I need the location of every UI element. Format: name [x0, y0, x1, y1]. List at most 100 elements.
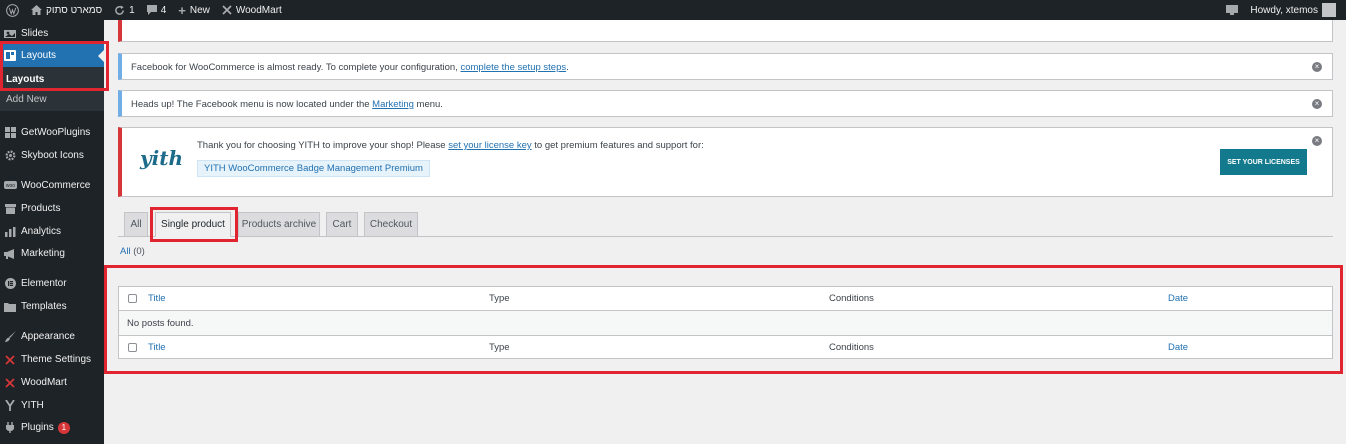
- table-header-row: Title Type Conditions Date: [119, 287, 1332, 311]
- marketing-link[interactable]: Marketing: [372, 99, 414, 110]
- menu-item-elementor[interactable]: Elementor: [0, 272, 104, 295]
- set-licenses-button[interactable]: SET YOUR LICENSES: [1220, 149, 1307, 175]
- display-icon: [1226, 5, 1239, 15]
- yith-notice-text-1: Thank you for choosing YITH to improve y…: [197, 140, 446, 151]
- notice-partial: [118, 20, 1333, 42]
- menu-item-layouts[interactable]: Layouts: [0, 44, 104, 67]
- woodmart-icon: [0, 377, 20, 388]
- megaphone-icon: [0, 248, 20, 259]
- elementor-icon: [0, 278, 20, 289]
- wordpress-logo[interactable]: [0, 0, 25, 20]
- svg-text:woo: woo: [5, 183, 14, 189]
- tab-products-archive[interactable]: Products archive: [238, 212, 320, 237]
- my-account-link[interactable]: Howdy, xtemos: [1244, 0, 1346, 20]
- plug-icon: [0, 422, 20, 433]
- column-title-footer[interactable]: Title: [148, 342, 166, 353]
- comments-link[interactable]: 4: [141, 0, 173, 20]
- menu-notice-text: Heads up! The Facebook menu is now locat…: [131, 99, 370, 110]
- chart-icon: [0, 226, 20, 237]
- tab-checkout[interactable]: Checkout: [364, 212, 418, 237]
- column-date-footer[interactable]: Date: [1168, 342, 1188, 353]
- menu-label-woodmart: WoodMart: [21, 377, 67, 388]
- notice-facebook-setup: Facebook for WooCommerce is almost ready…: [118, 53, 1333, 80]
- paintbrush-icon: [0, 331, 20, 342]
- slides-icon: [0, 29, 20, 39]
- woodmart-icon: [222, 5, 232, 15]
- submenu-add-new[interactable]: Add New: [6, 94, 47, 105]
- current-menu-arrow: [98, 50, 104, 62]
- menu-label-plugins: Plugins: [21, 422, 54, 433]
- menu-label-appearance: Appearance: [21, 331, 75, 342]
- wordpress-icon: [6, 3, 19, 17]
- new-label: New: [189, 4, 210, 16]
- complete-setup-link[interactable]: complete the setup steps: [460, 62, 566, 73]
- menu-item-analytics[interactable]: Analytics: [0, 220, 104, 243]
- menu-item-theme-settings[interactable]: Theme Settings: [0, 348, 104, 371]
- menu-item-slides[interactable]: Slides: [0, 22, 104, 45]
- howdy-greeting: Howdy, xtemos: [1250, 4, 1318, 16]
- menu-item-woodmart[interactable]: WoodMart: [0, 371, 104, 394]
- menu-label-templates: Templates: [21, 301, 67, 312]
- table-row: No posts found.: [119, 311, 1332, 335]
- admin-sidebar: Slides Layouts Layouts Add New GetWooPlu…: [0, 20, 104, 444]
- no-posts-message: No posts found.: [127, 317, 194, 329]
- menu-label-getwooplugins: GetWooPlugins: [21, 127, 91, 138]
- refresh-icon: [114, 4, 125, 16]
- notice-yith-license: yith Thank you for choosing YITH to impr…: [118, 127, 1333, 197]
- screen-icon-link[interactable]: [1220, 0, 1244, 20]
- menu-item-appearance[interactable]: Appearance: [0, 325, 104, 348]
- menu-label-marketing: Marketing: [21, 248, 65, 259]
- menu-item-yith[interactable]: YITH: [0, 394, 104, 417]
- select-all-checkbox[interactable]: [128, 294, 137, 303]
- yith-icon: [0, 400, 20, 411]
- dismiss-icon[interactable]: ×: [1312, 62, 1322, 72]
- menu-label-layouts: Layouts: [21, 50, 57, 61]
- dismiss-icon[interactable]: ×: [1312, 136, 1322, 146]
- column-date[interactable]: Date: [1168, 293, 1188, 304]
- yith-plugin-name[interactable]: YITH WooCommerce Badge Management Premiu…: [197, 160, 430, 177]
- yith-logo: yith: [140, 146, 183, 170]
- submenu-layouts[interactable]: Layouts: [6, 74, 44, 85]
- menu-label-slides: Slides: [21, 28, 49, 39]
- avatar: [1322, 3, 1336, 17]
- menu-item-templates[interactable]: Templates: [0, 295, 104, 318]
- site-name-link[interactable]: סמארט סתוק: [25, 0, 108, 20]
- license-key-link[interactable]: set your license key: [448, 140, 531, 151]
- plus-icon: +: [178, 2, 186, 18]
- menu-label-theme-settings: Theme Settings: [21, 354, 92, 365]
- menu-item-marketing[interactable]: Marketing: [0, 242, 104, 265]
- menu-item-products[interactable]: Products: [0, 197, 104, 220]
- woodmart-label: WoodMart: [235, 4, 282, 16]
- table-footer-row: Title Type Conditions Date: [119, 335, 1332, 359]
- tab-cart[interactable]: Cart: [326, 212, 358, 237]
- home-icon: [31, 5, 42, 15]
- updates-count: 1: [129, 4, 135, 16]
- tab-single-product[interactable]: Single product: [155, 212, 231, 237]
- menu-item-getwooplugins[interactable]: GetWooPlugins: [0, 121, 104, 144]
- column-conditions: Conditions: [829, 293, 874, 304]
- menu-item-plugins[interactable]: Plugins 1: [0, 416, 104, 439]
- woodmart-link[interactable]: WoodMart: [216, 0, 288, 20]
- column-title[interactable]: Title: [148, 293, 166, 304]
- menu-item-woocommerce[interactable]: woo WooCommerce: [0, 174, 104, 197]
- updates-link[interactable]: 1: [108, 0, 141, 20]
- filter-all-link[interactable]: All: [120, 246, 131, 257]
- column-type-footer: Type: [489, 342, 510, 353]
- select-all-checkbox-footer[interactable]: [128, 343, 137, 352]
- admin-bar: סמארט סתוק 1 4 + New WoodMart Howdy, xte…: [0, 0, 1346, 20]
- column-type: Type: [489, 293, 510, 304]
- tab-all[interactable]: All: [124, 212, 148, 237]
- dismiss-icon[interactable]: ×: [1312, 99, 1322, 109]
- archive-icon: [0, 203, 20, 214]
- menu-label-elementor: Elementor: [21, 278, 67, 289]
- menu-item-skyboot-icons[interactable]: Skyboot Icons: [0, 144, 104, 167]
- status-filter: All (0): [120, 246, 145, 257]
- yith-notice-text-2: to get premium features and support for:: [534, 140, 704, 151]
- gear-icon: [0, 150, 20, 161]
- filter-count: (0): [133, 246, 145, 257]
- woodmart-icon: [0, 354, 20, 365]
- new-content-link[interactable]: + New: [172, 0, 216, 20]
- plugins-update-badge: 1: [57, 421, 70, 434]
- menu-notice-end: menu.: [416, 99, 443, 110]
- facebook-notice-text: Facebook for WooCommerce is almost ready…: [131, 62, 458, 73]
